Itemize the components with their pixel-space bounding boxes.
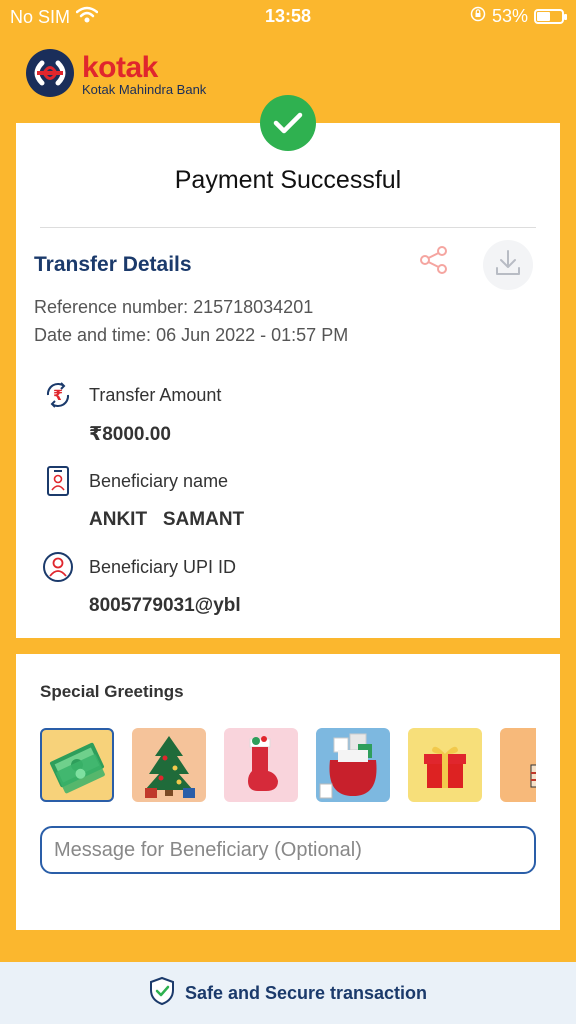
battery-percent: 53%: [491, 6, 528, 26]
message-input[interactable]: [40, 826, 536, 874]
download-icon: [493, 248, 523, 283]
orientation-lock-icon: [470, 6, 486, 27]
gift-box-icon[interactable]: [408, 728, 482, 802]
beneficiary-name-value: ANKIT SAMANT: [89, 509, 245, 530]
money-greeting-icon[interactable]: [40, 728, 114, 802]
brand-subtitle: Kotak Mahindra Bank: [82, 82, 207, 97]
kotak-emblem-icon: [22, 48, 78, 103]
christmas-tree-icon[interactable]: [132, 728, 206, 802]
transfer-details-title: Transfer Details: [34, 253, 192, 276]
transfer-amount-label: Transfer Amount: [89, 385, 222, 405]
beneficiary-upi-label: Beneficiary UPI ID: [89, 557, 237, 577]
security-footer: Safe and Secure transaction: [0, 962, 576, 1024]
status-right: 53%: [470, 6, 567, 27]
greetings-carousel[interactable]: [40, 728, 536, 802]
beneficiary-upi-value: 8005779031@ybl: [89, 595, 241, 616]
gift-sack-icon[interactable]: [316, 728, 390, 802]
share-icon: [418, 244, 450, 281]
svg-text:₹: ₹: [53, 388, 63, 404]
transfer-amount-value: ₹8000.00: [89, 424, 171, 445]
special-greetings-title: Special Greetings: [40, 682, 184, 701]
cake-icon[interactable]: [500, 728, 536, 802]
greetings-card: Special Greetings: [16, 654, 560, 930]
kotak-logo: kotak Kotak Mahindra Bank: [22, 48, 206, 103]
status-bar: No SIM 13:58 53%: [0, 0, 576, 32]
transfer-card: Payment Successful Transfer Details Refe…: [16, 123, 560, 638]
payment-status-title: Payment Successful: [174, 166, 402, 194]
rupee-transfer-icon: ₹: [42, 379, 74, 411]
shield-check-icon: [149, 976, 175, 1011]
battery-fill: [537, 12, 550, 21]
beneficiary-name-label: Beneficiary name: [89, 471, 229, 491]
user-circle-icon: [42, 551, 74, 583]
stocking-icon[interactable]: [224, 728, 298, 802]
share-button[interactable]: [412, 240, 456, 284]
success-check-icon: [260, 95, 316, 151]
security-footer-text: Safe and Secure transaction: [184, 982, 428, 1003]
brand-text: kotak Kotak Mahindra Bank: [82, 51, 207, 98]
date-time: Date and time: 06 Jun 2022 - 01:57 PM: [34, 325, 349, 345]
reference-number: Reference number: 215718034201: [34, 297, 314, 317]
id-card-icon: [42, 465, 74, 497]
divider: [40, 227, 536, 228]
battery-icon: [534, 9, 567, 24]
brand-name: kotak: [82, 51, 158, 84]
download-button[interactable]: [483, 240, 533, 290]
